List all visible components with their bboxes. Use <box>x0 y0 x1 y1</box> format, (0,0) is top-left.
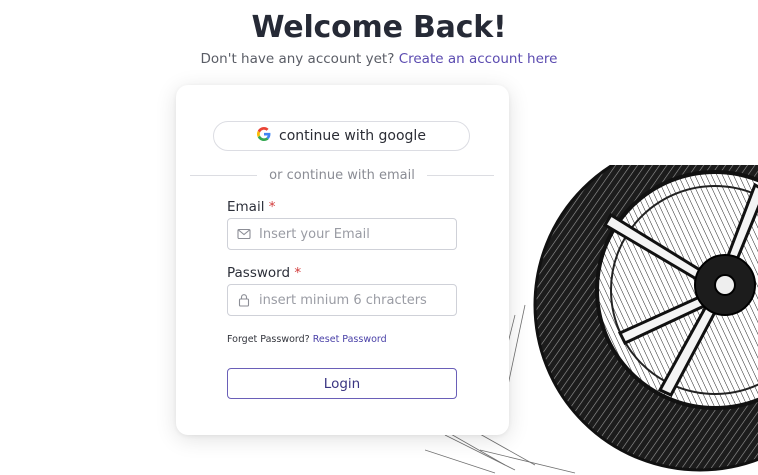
password-required-marker: * <box>294 265 302 281</box>
password-field[interactable]: insert minium 6 chracters <box>227 284 457 316</box>
signup-prompt-text: Don't have any account yet? <box>200 51 395 67</box>
page-title: Welcome Back! <box>251 10 507 45</box>
lock-icon <box>237 293 251 307</box>
email-divider: or continue with email <box>190 167 494 183</box>
email-placeholder: Insert your Email <box>259 226 370 242</box>
forgot-password-row: Forget Password? Reset Password <box>227 334 387 345</box>
email-label-text: Email <box>227 199 265 215</box>
password-label: Password * <box>227 265 301 281</box>
signup-prompt: Don't have any account yet? Create an ac… <box>0 51 758 67</box>
create-account-link[interactable]: Create an account here <box>399 51 558 67</box>
login-button[interactable]: Login <box>227 368 457 399</box>
divider-text: or continue with email <box>269 167 415 183</box>
google-button-label: continue with google <box>279 128 426 144</box>
password-placeholder: insert minium 6 chracters <box>259 292 427 308</box>
login-card: continue with google or continue with em… <box>176 85 509 435</box>
mail-icon <box>237 227 251 241</box>
email-required-marker: * <box>268 199 276 215</box>
password-label-text: Password <box>227 265 291 281</box>
reset-password-link[interactable]: Reset Password <box>313 334 387 345</box>
google-signin-button[interactable]: continue with google <box>213 121 470 151</box>
forgot-password-text: Forget Password? <box>227 334 310 345</box>
email-label: Email * <box>227 199 276 215</box>
email-field[interactable]: Insert your Email <box>227 218 457 250</box>
google-icon <box>257 127 271 145</box>
divider-line-left <box>190 174 258 176</box>
divider-line-right <box>426 174 494 176</box>
